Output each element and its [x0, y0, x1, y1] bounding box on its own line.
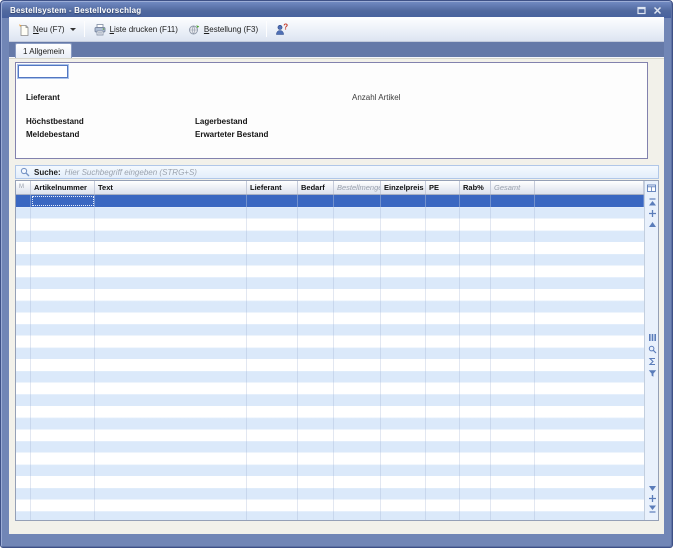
- new-button-label: Neu (F7): [33, 25, 65, 34]
- print-list-button[interactable]: Liste drucken (F11): [88, 21, 183, 38]
- form-panel: Lieferant Anzahl Artikel Höchstbestand L…: [15, 62, 648, 159]
- scroll-to-bottom-icon[interactable]: [647, 503, 657, 513]
- column-header-artikelnummer[interactable]: Artikelnummer: [31, 181, 95, 194]
- column-header-bedarf[interactable]: Bedarf: [298, 181, 334, 194]
- selected-row-cell[interactable]: [426, 195, 460, 207]
- scroll-to-top-icon[interactable]: [647, 197, 657, 207]
- supplier-input[interactable]: [18, 65, 68, 78]
- selected-row-cell[interactable]: [381, 195, 426, 207]
- selected-row-cell[interactable]: [95, 195, 247, 207]
- sum-icon[interactable]: [647, 356, 657, 366]
- column-header-einzelpreis[interactable]: Einzelpreis: [381, 181, 426, 194]
- tab-allgemein-label: 1 Allgemein: [23, 47, 64, 56]
- titlebar: Bestellsystem - Bestellvorschlag: [2, 2, 671, 18]
- tab-strip: 1 Allgemein: [9, 42, 664, 58]
- selected-row-cell[interactable]: [16, 195, 31, 207]
- scroll-up-icon[interactable]: [647, 219, 657, 229]
- close-icon[interactable]: [652, 5, 662, 15]
- column-header-text[interactable]: Text: [95, 181, 247, 194]
- articles-grid: MArtikelnummerTextLieferantBedarfBestell…: [15, 180, 659, 521]
- selected-row-cell[interactable]: [298, 195, 334, 207]
- empty-rows: [16, 207, 644, 520]
- tab-allgemein[interactable]: 1 Allgemein: [15, 43, 72, 58]
- search-input[interactable]: Hier Suchbegriff eingeben (STRG+S): [65, 168, 197, 177]
- help-button[interactable]: ?: [270, 21, 293, 38]
- help-person-icon: ?: [275, 23, 288, 36]
- meldebestand-label: Meldebestand: [26, 130, 79, 139]
- order-globe-icon: [188, 23, 201, 36]
- column-header-m[interactable]: M: [16, 181, 31, 194]
- customize-columns-icon[interactable]: [647, 183, 657, 193]
- hoechstbestand-label: Höchstbestand: [26, 117, 84, 126]
- order-button-label: Bestellung (F3): [204, 25, 258, 34]
- toolbar-separator: [266, 21, 267, 37]
- order-button[interactable]: Bestellung (F3): [183, 21, 263, 38]
- scroll-down-icon[interactable]: [647, 483, 657, 493]
- filter-icon[interactable]: [647, 368, 657, 378]
- grid-body[interactable]: [16, 195, 644, 520]
- toolbar-separator: [84, 21, 85, 37]
- column-header-pe[interactable]: PE: [426, 181, 460, 194]
- selected-row-cell[interactable]: [31, 195, 95, 207]
- svg-text:?: ?: [283, 23, 288, 32]
- anzahl-artikel-label: Anzahl Artikel: [352, 93, 400, 102]
- column-header-blank[interactable]: [535, 181, 644, 194]
- new-button[interactable]: Neu (F7): [13, 21, 81, 38]
- expand-icon[interactable]: [647, 208, 657, 218]
- search-icon[interactable]: [647, 344, 657, 354]
- selected-row-cell[interactable]: [460, 195, 491, 207]
- search-icon: [20, 167, 30, 177]
- search-bar[interactable]: Suche: Hier Suchbegriff eingeben (STRG+S…: [15, 165, 659, 179]
- selected-row-cell[interactable]: [491, 195, 535, 207]
- column-header-rab-[interactable]: Rab%: [460, 181, 491, 194]
- search-label: Suche:: [34, 168, 61, 177]
- print-list-button-label: Liste drucken (F11): [110, 25, 178, 34]
- column-header-lieferant[interactable]: Lieferant: [247, 181, 298, 194]
- restore-icon[interactable]: [636, 5, 646, 15]
- application-window: Bestellsystem - Bestellvorschlag Neu (F7…: [0, 0, 673, 548]
- window-title: Bestellsystem - Bestellvorschlag: [2, 6, 141, 15]
- lagerbestand-label: Lagerbestand: [195, 117, 247, 126]
- content-area: Lieferant Anzahl Artikel Höchstbestand L…: [9, 58, 664, 534]
- printer-icon: [93, 23, 107, 36]
- selected-row-cell[interactable]: [535, 195, 644, 207]
- erwarteter-bestand-label: Erwarteter Bestand: [195, 130, 268, 139]
- client-area: Neu (F7) Liste drucken (F11) Bestellung …: [9, 17, 664, 534]
- selected-row[interactable]: [16, 195, 644, 207]
- lieferant-label: Lieferant: [26, 93, 60, 102]
- selected-row-cell[interactable]: [247, 195, 298, 207]
- collapse-icon[interactable]: [647, 493, 657, 503]
- selected-row-cell[interactable]: [334, 195, 381, 207]
- chevron-down-icon[interactable]: [70, 28, 76, 31]
- column-header-gesamt[interactable]: Gesamt: [491, 181, 535, 194]
- new-document-icon: [18, 23, 30, 36]
- columns-view-icon[interactable]: [647, 332, 657, 342]
- toolbar: Neu (F7) Liste drucken (F11) Bestellung …: [9, 17, 664, 42]
- grid-side-strip: [644, 181, 658, 520]
- grid-header: MArtikelnummerTextLieferantBedarfBestell…: [16, 181, 644, 195]
- column-header-bestellmenge[interactable]: Bestellmenge: [334, 181, 381, 194]
